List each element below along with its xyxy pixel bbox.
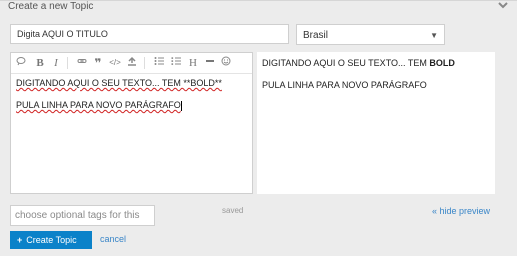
category-select[interactable]: Brasil ▼	[296, 24, 445, 45]
numbered-list-icon[interactable]	[169, 56, 183, 70]
editor-line: DIGITANDO AQUI O SEU TEXTO... TEM **BOLD…	[16, 78, 222, 88]
preview-line: DIGITANDO AQUI O SEU TEXTO... TEM BOLD	[262, 58, 490, 69]
preview-line: PULA LINHA PARA NOVO PARÁGRAFO	[262, 80, 427, 90]
editor-line-wrapper: PULA LINHA PARA NOVO PARÁGRAFO	[16, 100, 248, 111]
cancel-link[interactable]: cancel	[100, 234, 126, 244]
bold-icon[interactable]: B	[33, 56, 47, 70]
italic-icon[interactable]: I	[49, 56, 63, 70]
tags-input[interactable]	[10, 205, 155, 226]
preview-content: DIGITANDO AQUI O SEU TEXTO... TEM BOLD P…	[262, 58, 490, 102]
preview-pane: DIGITANDO AQUI O SEU TEXTO... TEM BOLD P…	[257, 52, 495, 194]
horizontal-rule-icon[interactable]	[203, 56, 217, 70]
preview-text: DIGITANDO AQUI O SEU TEXTO... TEM	[262, 58, 430, 68]
plus-icon: +	[17, 235, 23, 245]
preview-bold-text: BOLD	[429, 58, 455, 68]
upload-icon[interactable]	[125, 56, 139, 70]
create-topic-label: Create Topic	[26, 235, 77, 245]
heading-icon[interactable]: H	[186, 56, 200, 70]
editor-textarea[interactable]: DIGITANDO AQUI O SEU TEXTO... TEM **BOLD…	[16, 78, 248, 122]
emoji-icon[interactable]	[219, 56, 233, 70]
toolbar-divider	[67, 57, 68, 69]
text-cursor	[180, 100, 182, 111]
speech-bubble-icon[interactable]	[14, 56, 28, 70]
toolbar-divider	[144, 57, 145, 69]
create-topic-panel: Create a new Topic Brasil ▼ B I ❞ </>	[0, 0, 517, 256]
bullet-list-icon[interactable]	[152, 56, 166, 70]
link-icon[interactable]	[75, 56, 89, 70]
quote-icon[interactable]: ❞	[91, 56, 105, 70]
editor-toolbar: B I ❞ </> H	[11, 53, 252, 74]
create-topic-button[interactable]: + Create Topic	[10, 231, 92, 249]
saved-status: saved	[222, 206, 244, 215]
panel-title: Create a new Topic	[8, 1, 94, 12]
dropdown-caret-icon: ▼	[430, 31, 438, 40]
editor-line: PULA LINHA PARA NOVO PARÁGRAFO	[16, 100, 181, 110]
topic-title-input[interactable]	[10, 24, 289, 44]
composer-editor[interactable]: B I ❞ </> H DIGITANDO AQUI O SEU TEXTO..…	[10, 52, 253, 194]
chevron-down-icon[interactable]	[497, 1, 509, 11]
code-icon[interactable]: </>	[108, 56, 122, 70]
category-selected-value: Brasil	[303, 30, 329, 41]
hide-preview-link[interactable]: « hide preview	[432, 206, 490, 216]
